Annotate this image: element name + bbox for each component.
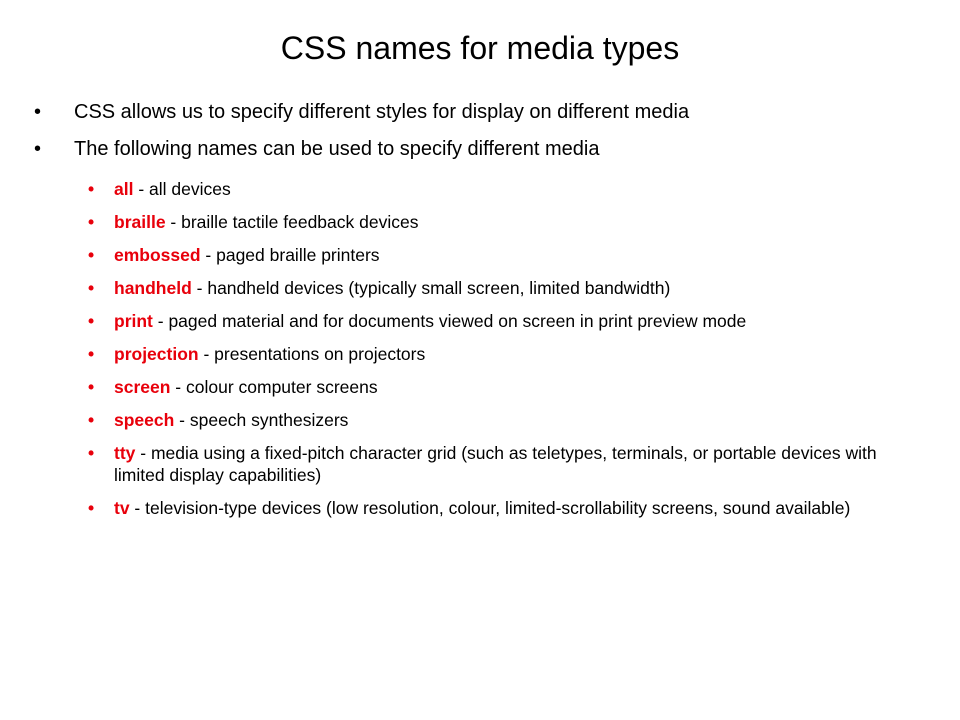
media-type-term: tty [114, 443, 136, 463]
media-type-term: screen [114, 377, 171, 397]
main-bullet-list: • CSS allows us to specify different sty… [34, 100, 914, 174]
media-type-description: - speech synthesizers [174, 410, 349, 430]
bullet-icon: • [88, 311, 95, 331]
bullet-icon: • [88, 410, 95, 430]
media-type-term: print [114, 311, 153, 331]
bullet-icon: • [88, 443, 95, 463]
media-type-term: projection [114, 344, 199, 364]
main-bullet-item: • CSS allows us to specify different sty… [34, 100, 914, 124]
media-type-description: - braille tactile feedback devices [165, 212, 419, 232]
bullet-icon: • [88, 498, 95, 518]
bullet-icon: • [88, 212, 95, 232]
main-bullet-text: CSS allows us to specify different style… [74, 101, 690, 123]
bullet-icon: • [88, 245, 95, 265]
media-type-term: handheld [114, 278, 192, 298]
bullet-icon: • [34, 101, 42, 123]
slide-title: CSS names for media types [280, 30, 680, 66]
media-type-item: • screen - colour computer screens [88, 376, 888, 398]
media-type-description: - paged material and for documents viewe… [152, 311, 747, 331]
media-type-term: tv [114, 498, 130, 518]
media-type-description: - colour computer screens [170, 377, 378, 397]
bullet-icon: • [88, 344, 95, 364]
media-type-description: - all devices [133, 179, 231, 199]
media-type-item: • print - paged material and for documen… [88, 310, 888, 332]
slide: CSS names for media types • CSS allows u… [0, 0, 960, 720]
media-type-item: • speech - speech synthesizers [88, 409, 888, 431]
media-type-term: embossed [114, 245, 201, 265]
media-type-list: • all - all devices • braille - braille … [88, 178, 888, 530]
media-type-item: • embossed - paged braille printers [88, 244, 888, 266]
media-type-term: braille [114, 212, 166, 232]
media-type-description: - television-type devices (low resolutio… [129, 498, 851, 518]
media-type-description: - handheld devices (typically small scre… [191, 278, 671, 298]
bullet-icon: • [88, 278, 95, 298]
media-type-item: • tty - media using a fixed-pitch charac… [88, 442, 888, 486]
media-type-item: • all - all devices [88, 178, 888, 200]
media-type-term: all [114, 179, 134, 199]
media-type-description: - presentations on projectors [198, 344, 426, 364]
media-type-item: • handheld - handheld devices (typically… [88, 277, 888, 299]
bullet-icon: • [34, 138, 42, 160]
main-bullet-text: The following names can be used to speci… [74, 138, 600, 160]
bullet-icon: • [88, 179, 95, 199]
media-type-item: • tv - television-type devices (low reso… [88, 497, 888, 519]
media-type-term: speech [114, 410, 175, 430]
media-type-description: - media using a fixed-pitch character gr… [114, 443, 877, 485]
main-bullet-item: • The following names can be used to spe… [34, 137, 914, 161]
media-type-item: • projection - presentations on projecto… [88, 343, 888, 365]
media-type-item: • braille - braille tactile feedback dev… [88, 211, 888, 233]
bullet-icon: • [88, 377, 95, 397]
media-type-description: - paged braille printers [200, 245, 380, 265]
